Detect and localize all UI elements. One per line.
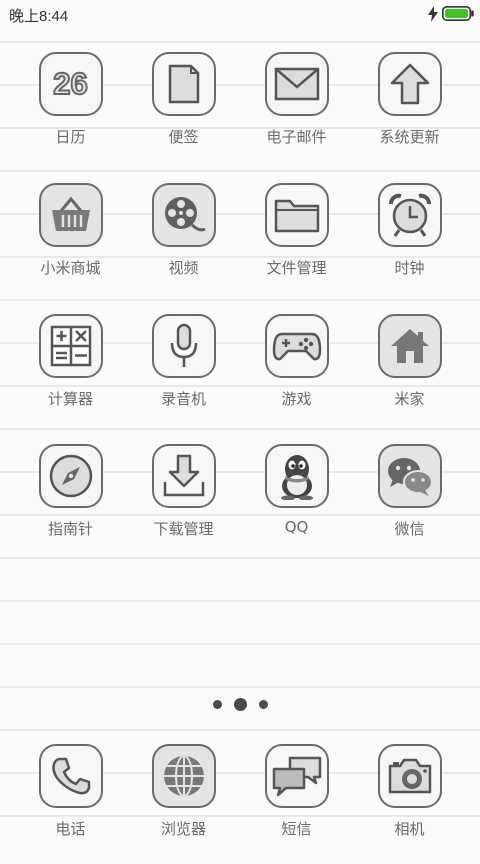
qq-penguin-icon — [277, 452, 317, 500]
app-label: 浏览器 — [160, 820, 206, 838]
download-icon — [162, 454, 206, 498]
app-label: QQ — [284, 518, 309, 536]
alarm-clock-icon — [387, 192, 433, 238]
app-video[interactable]: 视频 — [127, 183, 240, 303]
page-dot[interactable] — [258, 699, 268, 709]
wechat-icon — [385, 455, 435, 497]
app-label: 指南针 — [47, 520, 93, 538]
notes-icon — [167, 64, 201, 104]
app-label: 电话 — [55, 820, 86, 838]
app-label: 录音机 — [160, 390, 206, 408]
app-recorder[interactable]: 录音机 — [127, 314, 240, 434]
page-dot[interactable] — [212, 699, 222, 709]
app-label: 小米商城 — [40, 259, 101, 277]
gamepad-icon — [272, 330, 322, 362]
app-clock[interactable]: 时钟 — [353, 183, 466, 303]
home-icon — [389, 327, 431, 365]
app-games[interactable]: 游戏 — [240, 314, 353, 434]
system-update-icon — [390, 63, 430, 105]
app-downloads[interactable]: 下载管理 — [127, 444, 240, 564]
app-label: 文件管理 — [266, 259, 327, 277]
app-mi-store[interactable]: 小米商城 — [14, 183, 127, 303]
app-label: 电子邮件 — [266, 128, 327, 146]
app-label: 游戏 — [281, 390, 312, 408]
app-label: 米家 — [394, 390, 425, 408]
microphone-icon — [169, 323, 199, 369]
app-label: 计算器 — [47, 390, 93, 408]
app-label: 便签 — [168, 128, 199, 146]
phone-icon — [51, 756, 91, 796]
app-label: 日历 — [55, 128, 86, 146]
dock-camera[interactable]: 相机 — [353, 744, 466, 864]
app-calculator[interactable]: 计算器 — [14, 314, 127, 434]
app-label: 微信 — [394, 520, 425, 538]
compass-icon — [48, 453, 94, 499]
app-calendar[interactable]: 26 日历 — [14, 52, 127, 172]
dock-phone[interactable]: 电话 — [14, 744, 127, 864]
globe-icon — [161, 753, 207, 799]
email-icon — [274, 67, 320, 101]
calendar-icon: 26 — [46, 64, 96, 104]
calculator-icon — [50, 325, 92, 367]
app-label: 系统更新 — [379, 128, 440, 146]
app-label: 相机 — [394, 820, 425, 838]
shopping-basket-icon — [50, 197, 92, 233]
home-screen: 26 日历 便签 电子邮件 系统更新 小米商城 视频 文件管理 时钟 计算器 录… — [0, 0, 480, 853]
app-label: 短信 — [281, 820, 312, 838]
app-label: 下载管理 — [153, 520, 214, 538]
app-file-manager[interactable]: 文件管理 — [240, 183, 353, 303]
calendar-date: 26 — [52, 65, 88, 102]
app-compass[interactable]: 指南针 — [14, 444, 127, 564]
dock-browser[interactable]: 浏览器 — [127, 744, 240, 864]
app-wechat[interactable]: 微信 — [353, 444, 466, 564]
app-qq[interactable]: QQ — [240, 444, 353, 564]
app-system-update[interactable]: 系统更新 — [353, 52, 466, 172]
app-label: 时钟 — [394, 259, 425, 277]
app-notes[interactable]: 便签 — [127, 52, 240, 172]
messages-icon — [272, 755, 322, 797]
page-indicator[interactable] — [0, 697, 480, 711]
dock-messages[interactable]: 短信 — [240, 744, 353, 864]
app-email[interactable]: 电子邮件 — [240, 52, 353, 172]
folder-icon — [274, 197, 320, 233]
video-reel-icon — [162, 194, 206, 236]
page-dot-current[interactable] — [233, 697, 247, 711]
app-mi-home[interactable]: 米家 — [353, 314, 466, 434]
app-label: 视频 — [168, 259, 199, 277]
camera-icon — [386, 757, 434, 795]
